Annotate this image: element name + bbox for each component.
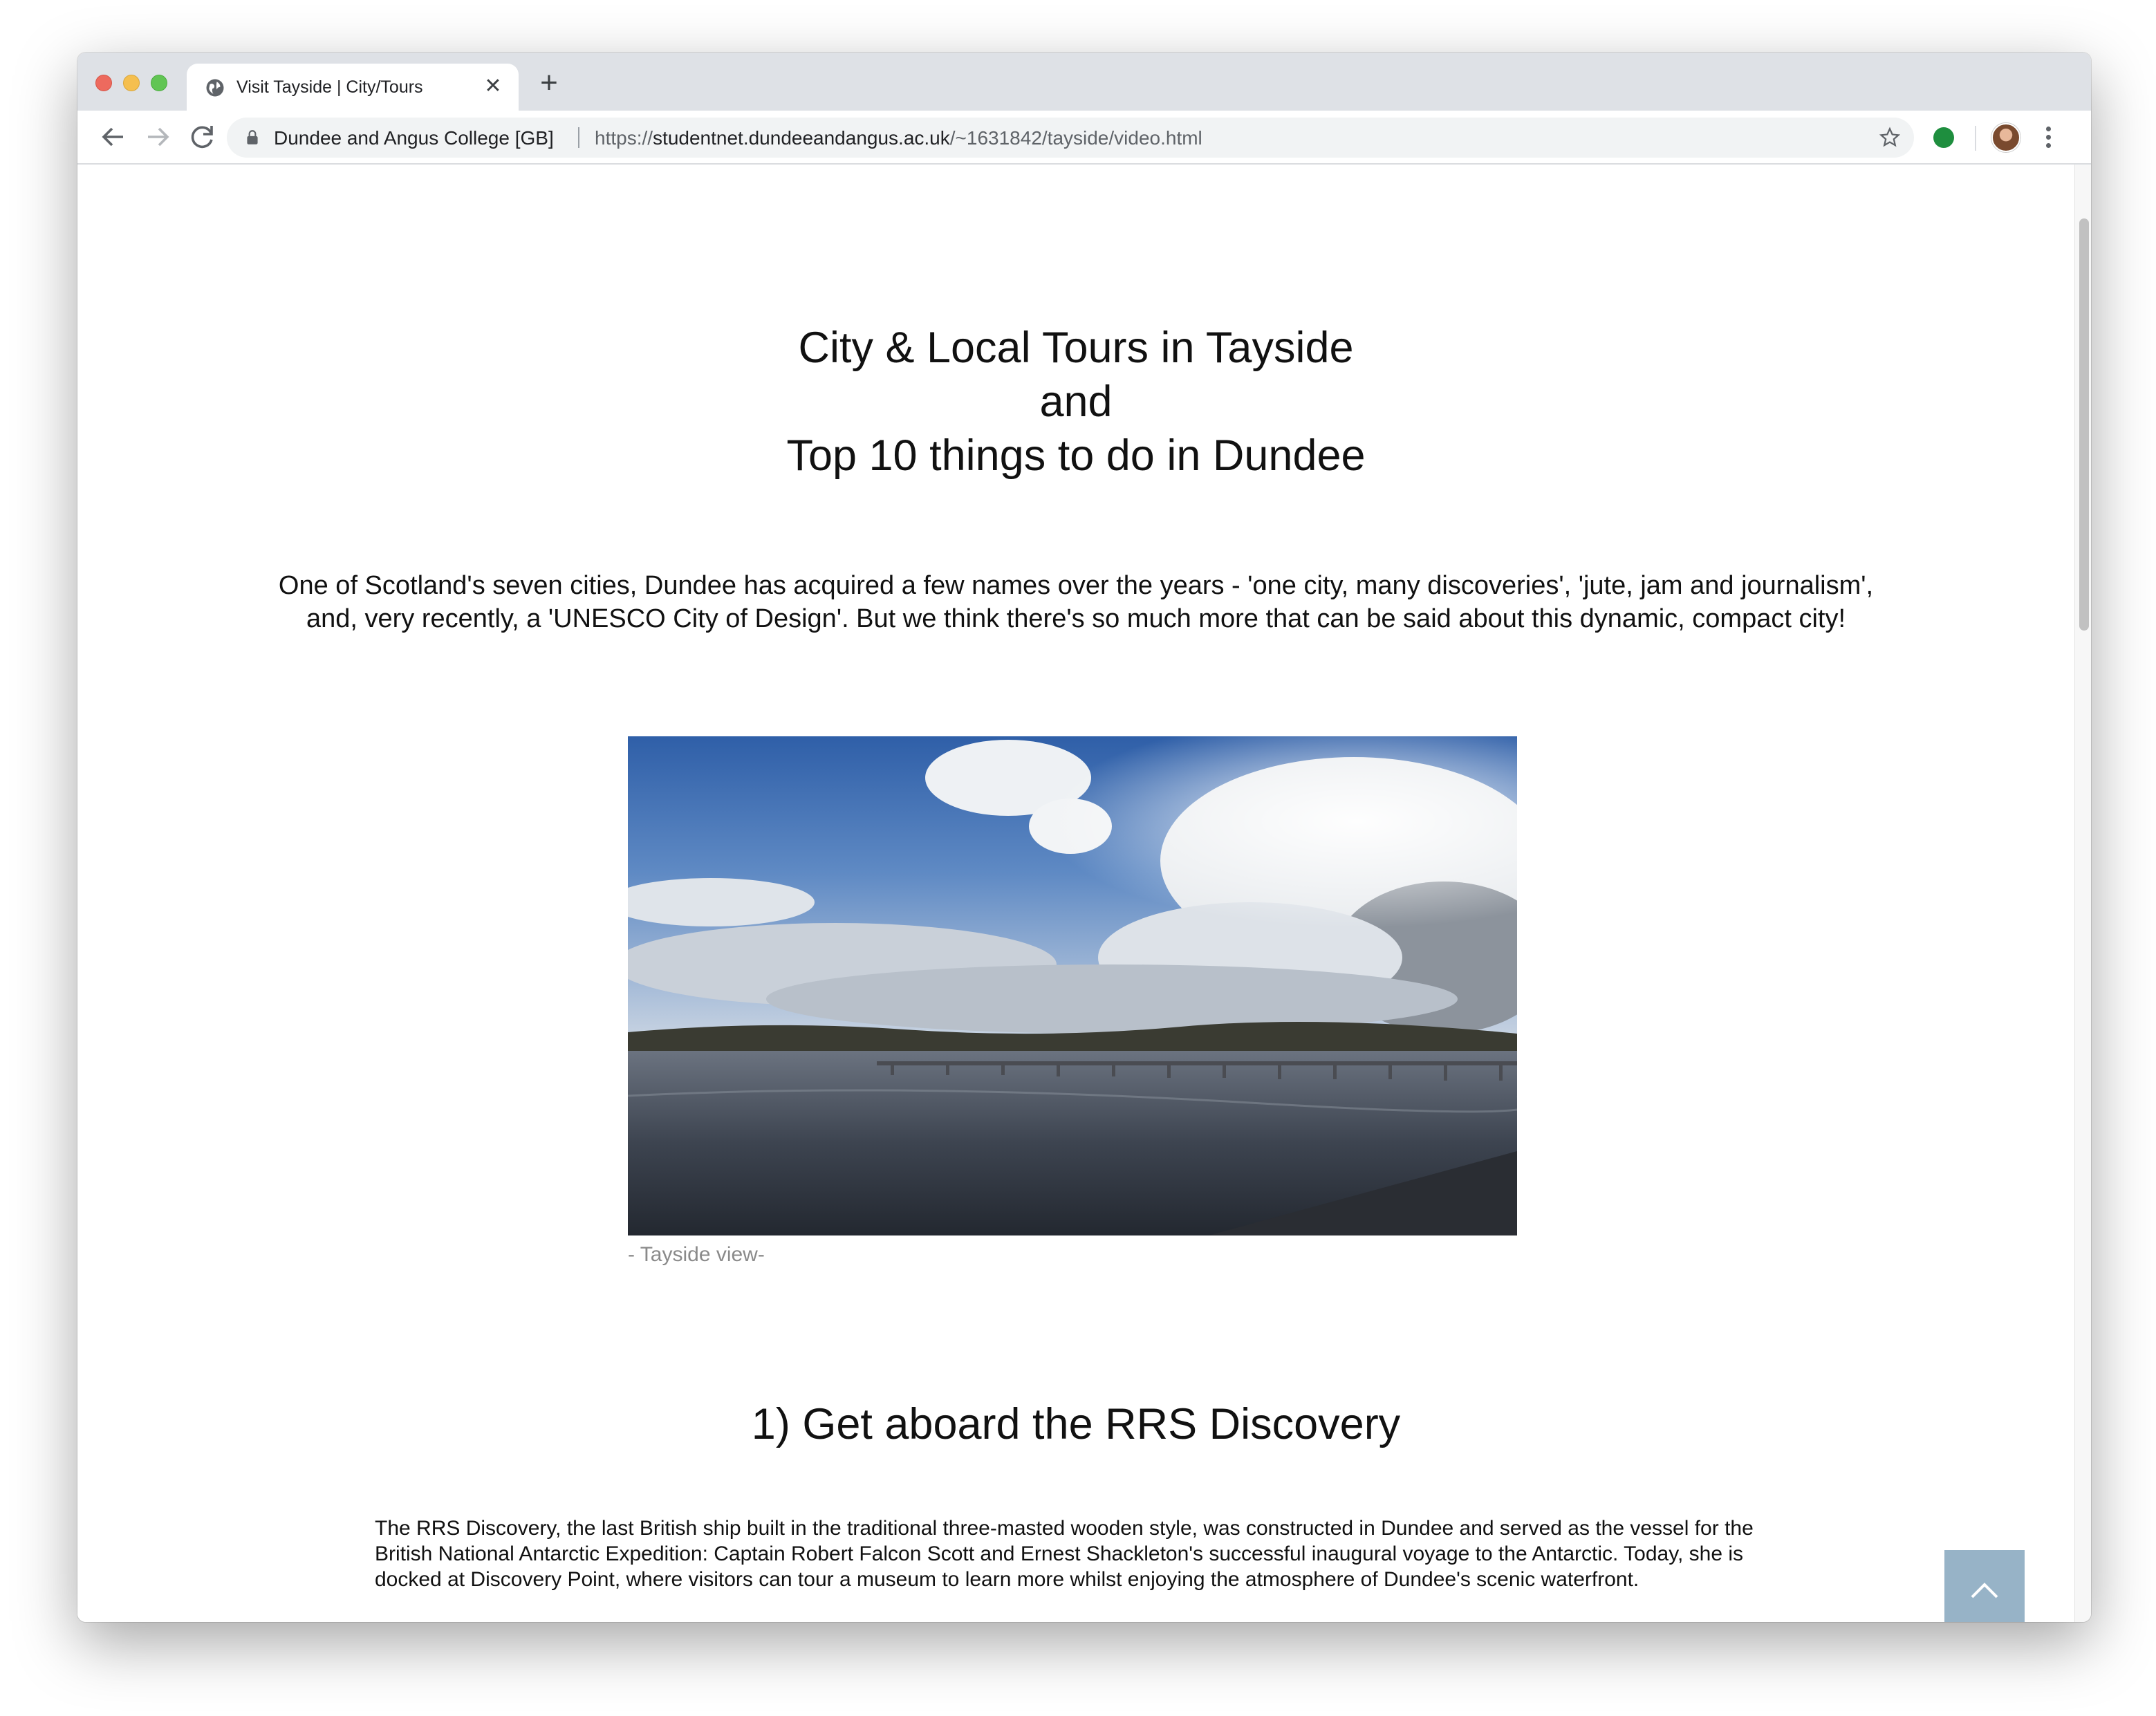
url-path: /~1631842/tayside/video.html [949, 127, 1202, 149]
scrollbar-thumb[interactable] [2079, 218, 2089, 631]
tab-active[interactable]: Visit Tayside | City/Tours ✕ [187, 64, 519, 111]
kebab-menu-icon[interactable] [2044, 124, 2052, 152]
reload-button[interactable] [185, 120, 219, 153]
lock-icon[interactable] [243, 129, 261, 147]
arrow-right-icon [148, 127, 169, 147]
back-to-top-button[interactable] [1944, 1550, 2025, 1622]
photo-caption: - Tayside view- [628, 1243, 765, 1266]
url-host: studentnet.dundeeandangus.ac.uk [653, 127, 950, 149]
extension-icon[interactable] [1933, 127, 1954, 148]
reload-icon [191, 126, 213, 149]
url-divider [578, 127, 579, 148]
new-tab-button[interactable]: + [534, 68, 564, 100]
section-title: 1) Get aboard the RRS Discovery [751, 1400, 1401, 1448]
forward-button[interactable] [141, 120, 174, 153]
tab-title: Visit Tayside | City/Tours [236, 77, 423, 97]
url-scheme: https:// [595, 127, 653, 149]
page-title-line-2: and [1039, 377, 1113, 426]
page-title-line-1: City & Local Tours in Tayside [798, 324, 1354, 372]
maximize-window-button[interactable] [151, 75, 167, 91]
page-content: City & Local Tours in Tayside and Top 10… [77, 165, 2074, 1622]
intro-paragraph: One of Scotland's seven cities, Dundee h… [278, 571, 1874, 633]
chevron-up-icon [1971, 1583, 1998, 1598]
tab-strip: Visit Tayside | City/Tours ✕ + [77, 53, 2091, 111]
toolbar-divider [1975, 126, 1976, 151]
address-bar[interactable]: Dundee and Angus College [GB] https://st… [227, 118, 1914, 158]
avatar[interactable] [1991, 123, 2020, 152]
close-window-button[interactable] [95, 75, 112, 91]
tab-close-button[interactable]: ✕ [481, 75, 505, 98]
url-text[interactable]: https://studentnet.dundeeandangus.ac.uk/… [595, 127, 1202, 149]
site-identity[interactable]: Dundee and Angus College [GB] [274, 127, 554, 149]
minimize-window-button[interactable] [123, 75, 140, 91]
vertical-scrollbar[interactable] [2074, 165, 2091, 1622]
page-title: City & Local Tours in Tayside and Top 10… [77, 321, 2074, 483]
arrow-left-icon [102, 127, 123, 147]
page-title-line-3: Top 10 things to do in Dundee [786, 431, 1366, 480]
section-body: The RRS Discovery, the last British ship… [375, 1517, 1754, 1591]
star-icon[interactable] [1878, 126, 1902, 149]
back-button[interactable] [97, 120, 130, 153]
browser-window: Visit Tayside | City/Tours ✕ + Dundee an… [77, 53, 2091, 1622]
toolbar: Dundee and Angus College [GB] https://st… [77, 111, 2091, 165]
globe-icon [206, 79, 224, 97]
tayside-view-photo [628, 736, 1517, 1235]
